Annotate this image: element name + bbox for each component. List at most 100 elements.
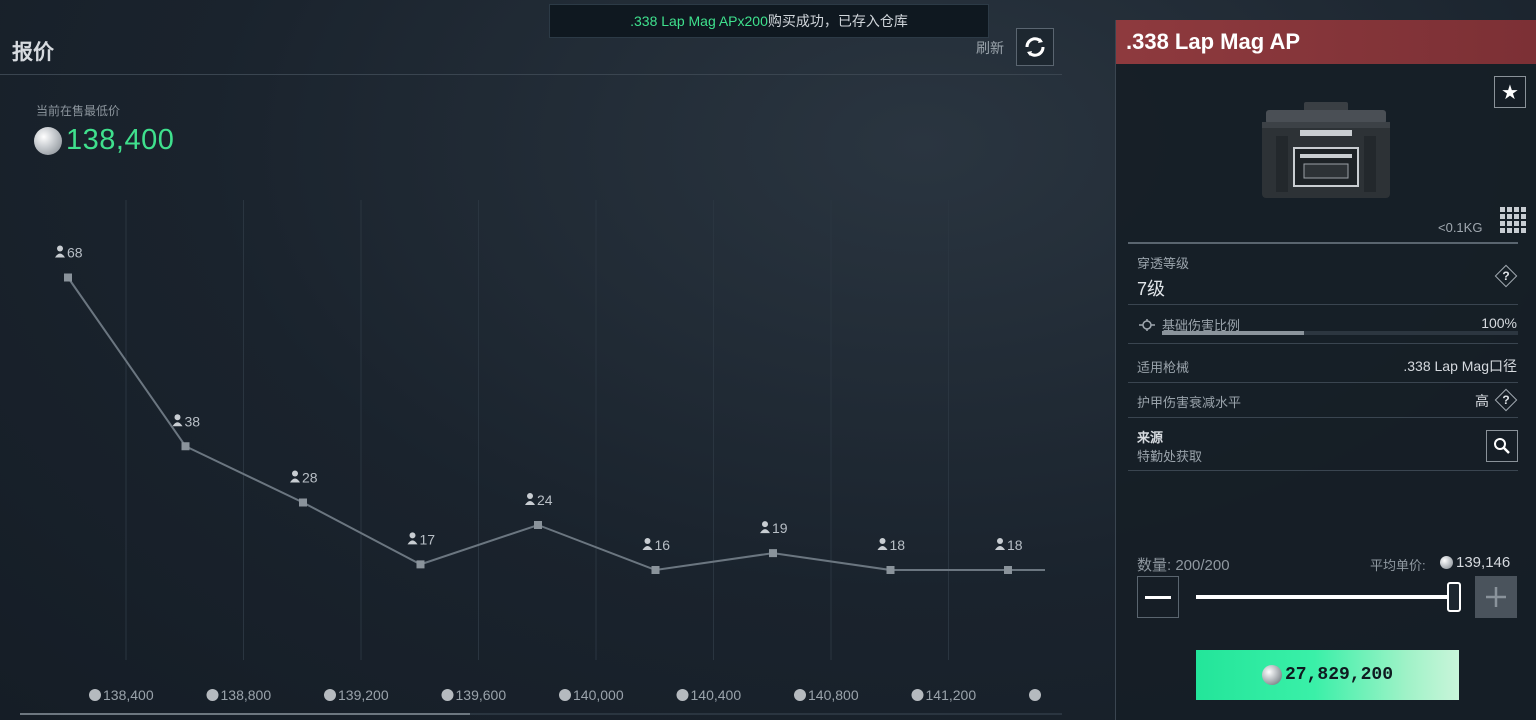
favorite-button[interactable]: ★ <box>1494 76 1526 108</box>
person-icon <box>997 538 1003 544</box>
data-point[interactable] <box>416 560 425 569</box>
data-label-text: 18 <box>1007 537 1023 553</box>
x-tick-label: 138,400 <box>89 687 154 703</box>
purchase-toast: .338 Lap Mag APx200 购买成功，已存入仓库 <box>549 4 989 38</box>
coin-icon <box>559 689 571 701</box>
armor-damage-label: 护甲伤害衰减水平 <box>1137 395 1242 410</box>
increase-quantity-button[interactable] <box>1475 576 1517 618</box>
lowest-price-value: 138,400 <box>66 124 175 156</box>
data-point[interactable] <box>534 521 542 529</box>
data-point[interactable] <box>299 498 307 507</box>
data-label-text: 28 <box>302 470 318 486</box>
coin-icon <box>676 689 689 701</box>
x-tick-text: 138,800 <box>221 687 272 703</box>
coin-icon <box>34 126 62 155</box>
compatible-weapons-value: .338 Lap Mag口径 <box>1403 358 1517 374</box>
person-icon-body <box>642 546 653 550</box>
decrease-quantity-button[interactable] <box>1137 576 1179 618</box>
coin-icon <box>1029 689 1041 701</box>
search-icon <box>1494 438 1510 454</box>
data-label-text: 38 <box>185 413 201 429</box>
price-volume-chart: 68 38 28 17 24 16 19 18 18 138,400 138,800 139,200… <box>55 200 1045 703</box>
data-point[interactable] <box>886 566 895 574</box>
x-tick-text: 139,600 <box>456 687 507 703</box>
divider <box>1128 304 1518 305</box>
series-line <box>67 276 1045 572</box>
person-icon-body <box>877 546 888 550</box>
lowest-price-label: 当前在售最低价 <box>36 104 121 118</box>
compatible-weapons-label: 适用枪械 <box>1137 360 1190 375</box>
data-label: 68 <box>55 245 83 261</box>
item-name: .338 Lap Mag AP <box>1116 20 1536 64</box>
data-label: 19 <box>760 520 788 536</box>
data-label-text: 17 <box>420 531 436 547</box>
toast-item-text: .338 Lap Mag APx200 <box>630 13 768 29</box>
x-tick-text: 141,200 <box>926 687 977 703</box>
x-tick-text: 140,000 <box>573 687 624 703</box>
refresh-button[interactable] <box>1016 28 1054 66</box>
data-label: 18 <box>877 537 906 553</box>
coin-icon <box>206 689 219 701</box>
item-weight: <0.1KG <box>1438 220 1483 235</box>
divider <box>1128 470 1518 471</box>
data-point[interactable] <box>64 273 72 282</box>
item-detail-panel: .338 Lap Mag AP ★ <0.1KG 穿透等级 7级 ? 基础伤害比… <box>1115 20 1536 720</box>
header-divider <box>0 74 1062 75</box>
game-screen: 报价 .338 Lap Mag APx200 购买成功，已存入仓库 刷新 当前在… <box>0 0 1536 720</box>
x-tick-text: 139,200 <box>338 687 389 703</box>
data-point[interactable] <box>1004 566 1012 574</box>
person-icon <box>409 532 416 539</box>
divider <box>1128 343 1518 344</box>
data-label-text: 16 <box>655 537 671 553</box>
data-label: 28 <box>290 470 318 486</box>
person-icon <box>174 414 181 421</box>
total-price: 27,829,200 <box>1284 665 1394 685</box>
buy-button[interactable]: 27,829,200 <box>1196 650 1459 700</box>
person-icon <box>762 521 768 528</box>
avg-price-label: 平均单价: <box>1370 558 1426 573</box>
data-label-text: 19 <box>772 520 788 536</box>
data-point[interactable] <box>181 442 190 451</box>
divider <box>1128 242 1518 244</box>
help-icon[interactable]: ? <box>1496 390 1516 410</box>
data-point[interactable] <box>651 566 660 574</box>
help-icon[interactable]: ? <box>1496 266 1516 286</box>
avg-price: 139,146 <box>1440 554 1510 571</box>
data-label: 18 <box>995 537 1023 553</box>
data-label-text: 18 <box>890 537 906 553</box>
x-tick-text: 140,400 <box>691 687 742 703</box>
data-label: 17 <box>407 531 436 547</box>
coin-icon <box>1440 556 1453 569</box>
plus-icon <box>1486 587 1506 607</box>
x-tick-label: 139,200 <box>324 687 389 703</box>
ammo-box-image <box>1262 102 1390 198</box>
x-tick-label: 140,800 <box>794 687 859 703</box>
minus-icon <box>1145 595 1171 599</box>
data-label: 24 <box>525 492 553 508</box>
person-icon-body <box>525 501 535 505</box>
x-tick-label: 141,200 <box>911 687 977 703</box>
source-search-button[interactable] <box>1486 430 1518 462</box>
quantity-slider-handle[interactable] <box>1447 582 1461 612</box>
data-label: 38 <box>172 413 201 429</box>
person-icon-body <box>407 540 418 545</box>
person-icon-body <box>760 529 770 534</box>
person-icon <box>879 538 886 544</box>
x-tick-text: 140,800 <box>808 687 859 703</box>
chart-scrollbar-thumb[interactable] <box>20 713 470 715</box>
divider <box>1128 417 1518 418</box>
penetration-label: 穿透等级 <box>1137 256 1190 271</box>
market-title: 报价 <box>12 41 54 64</box>
armor-damage-value: 高 <box>1475 393 1489 409</box>
star-icon: ★ <box>1501 81 1519 104</box>
base-damage-bar-fill <box>1162 331 1305 335</box>
x-tick-label <box>1029 689 1041 701</box>
coin-icon <box>1261 665 1282 685</box>
quantity-label: 数量: 200/200 <box>1137 557 1230 574</box>
x-tick-label: 140,400 <box>676 687 742 703</box>
x-tick-text: 138,400 <box>103 687 154 703</box>
data-label-text: 68 <box>67 245 83 261</box>
base-damage-value: 100% <box>1481 315 1517 331</box>
data-point[interactable] <box>769 549 777 558</box>
quantity-slider-track[interactable] <box>1196 595 1454 599</box>
